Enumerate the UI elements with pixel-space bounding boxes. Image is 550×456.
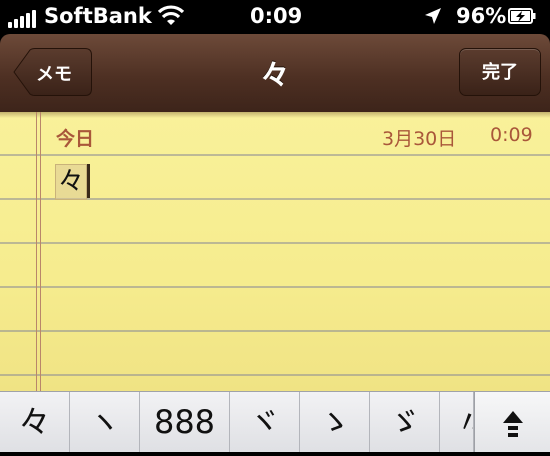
note-date: 3月30日 [382,128,457,150]
candidate-item[interactable]: 々 [0,392,70,452]
candidate-item[interactable]: ヽ [70,392,140,452]
battery-percent: 96% [456,4,507,28]
battery-charging-icon [508,8,536,24]
navigation-bar: メモ 々 完了 [0,34,550,114]
paper-shadow [0,112,550,118]
margin-line [40,112,41,391]
note-time: 0:09 [490,124,533,146]
candidate-item[interactable]: 888 [140,392,230,452]
date-label: 今日 [56,128,95,150]
candidate-item[interactable]: ゝ [300,392,370,452]
status-time: 0:09 [250,4,303,28]
expand-candidates-icon [503,411,523,437]
text-cursor [87,164,90,198]
wifi-icon [158,5,184,25]
candidate-item[interactable]: 〃 [440,392,474,452]
note-paper[interactable]: 今日 3月30日 0:09 々 [0,112,550,391]
done-button[interactable]: 完了 [459,48,541,96]
margin-line [36,112,37,391]
candidate-item[interactable]: ゞ [370,392,440,452]
note-text-input[interactable]: 々 [55,164,88,200]
expand-candidates-button[interactable] [474,392,550,452]
location-arrow-icon [425,8,441,24]
status-bar: SoftBank 0:09 96% [0,0,550,34]
candidate-bar: 々 ヽ 888 ヾ ゝ ゞ 〃 [0,391,550,452]
signal-bars-icon [8,10,36,28]
carrier-name: SoftBank [44,4,152,28]
candidate-item[interactable]: ヾ [230,392,300,452]
